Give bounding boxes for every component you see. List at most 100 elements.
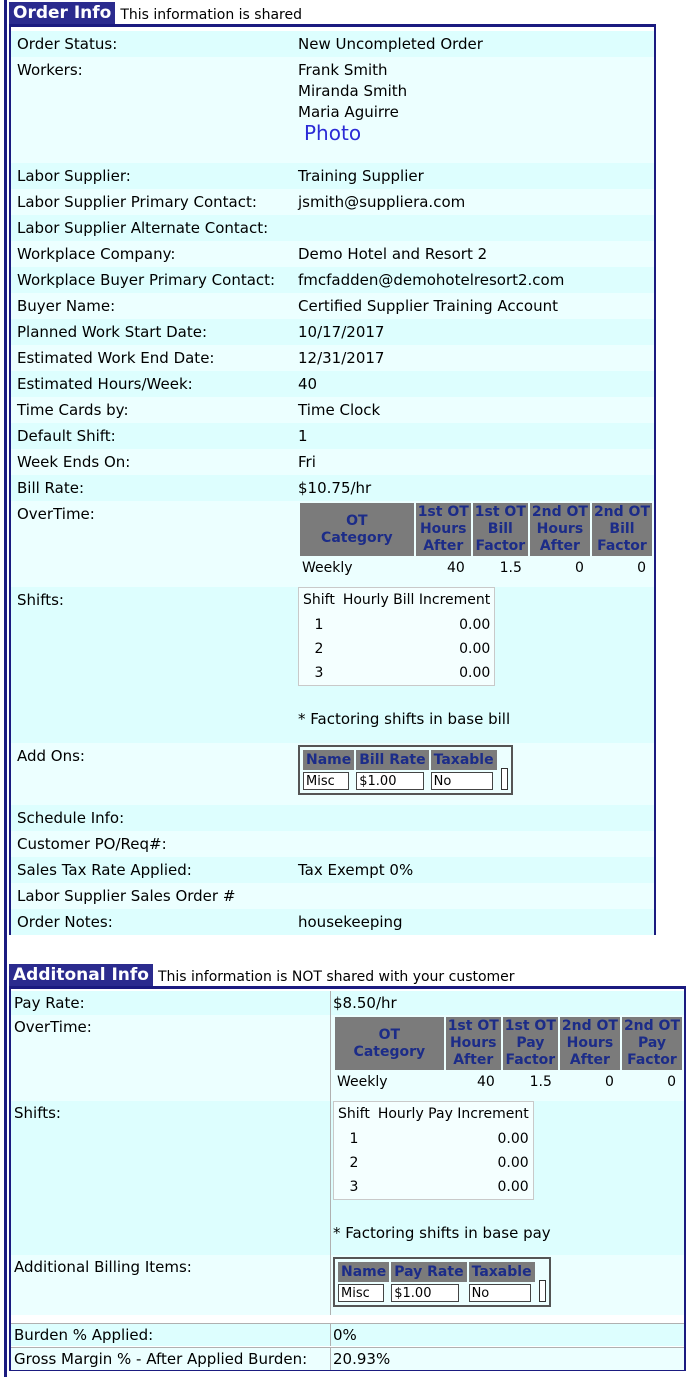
field-value xyxy=(296,883,654,909)
field-value: Training Supplier xyxy=(296,163,654,189)
field-value: housekeeping xyxy=(296,909,654,935)
row-ls-primary: Labor Supplier Primary Contact: jsmith@s… xyxy=(11,189,654,215)
ot-cell: 1.5 xyxy=(529,1074,552,1090)
shift-note: * Factoring shifts in base pay xyxy=(333,1224,551,1242)
billing-rate-input[interactable] xyxy=(391,1284,460,1302)
field-value: fmcfadden@demohotelresort2.com xyxy=(296,267,654,293)
ot-header: 1st OT Hours After xyxy=(415,503,471,556)
shift-row: 1 0.00 xyxy=(349,1131,529,1147)
overtime-cell: OT Category 1st OT Hours After 1st OT Bill Fa… xyxy=(296,501,654,587)
ot-cell: 0 xyxy=(605,1074,614,1090)
overtime-table: OT Category 1st OT Hours After 1st OT Bill Fa… xyxy=(298,501,654,578)
additional-info-tab: Additonal Info xyxy=(9,964,153,986)
row-customer-po: Customer PO/Req#: xyxy=(11,831,654,857)
billing-taxable-input[interactable] xyxy=(468,1284,531,1302)
row-ls-sales-order: Labor Supplier Sales Order # xyxy=(11,883,654,909)
photo-link[interactable]: Photo xyxy=(304,123,654,144)
field-value: 10/17/2017 xyxy=(296,319,654,345)
ot-cell: Weekly xyxy=(302,560,353,576)
additional-info-header: Additonal Info This information is NOT s… xyxy=(9,962,515,986)
shift-row: 2 0.00 xyxy=(349,1155,529,1171)
addon-name-input[interactable] xyxy=(303,772,349,790)
field-value: Certified Supplier Training Account xyxy=(296,293,654,319)
field-label: Customer PO/Req#: xyxy=(11,831,296,857)
worker-name[interactable]: Maria Aguirre xyxy=(298,102,654,123)
field-label: Additional Billing Items: xyxy=(11,1255,331,1315)
field-label: Add Ons: xyxy=(11,743,296,805)
field-value: Fri xyxy=(296,449,654,475)
field-label: Labor Supplier Alternate Contact: xyxy=(11,215,296,241)
billing-header: Pay Rate xyxy=(391,1262,467,1282)
field-label: Buyer Name: xyxy=(11,293,296,319)
shifts-cell: Shift Hourly Pay Increment 1 0.00 2 0.00 3… xyxy=(331,1101,684,1255)
field-label: Bill Rate: xyxy=(11,475,296,501)
row-order-status: Order Status: New Uncompleted Order xyxy=(11,31,654,57)
field-label: Workplace Company: xyxy=(11,241,296,267)
field-value: Tax Exempt 0% xyxy=(296,857,654,883)
field-label: OverTime: xyxy=(11,501,296,587)
shift-row: 2 0.00 xyxy=(314,641,491,657)
row-wb-primary: Workplace Buyer Primary Contact: fmcfadd… xyxy=(11,267,654,293)
worker-name[interactable]: Miranda Smith xyxy=(298,81,654,102)
field-value xyxy=(296,805,654,831)
additional-info-panel: Pay Rate: $8.50/hr OverTime: OT Category … xyxy=(9,986,686,1371)
row-workers: Workers: Frank Smith Miranda Smith Maria… xyxy=(11,57,654,163)
field-value: $10.75/hr xyxy=(296,475,654,501)
worker-name[interactable]: Frank Smith xyxy=(298,60,654,81)
table-scrollbar[interactable] xyxy=(538,1280,546,1302)
ot-cell: 0 xyxy=(575,560,584,576)
ot-cell: 0 xyxy=(637,560,646,576)
row-shifts: Shifts: Shift Hourly Bill Increment 1 0.0… xyxy=(11,587,654,743)
table-scrollbar[interactable] xyxy=(500,768,508,790)
field-label: Estimated Work End Date: xyxy=(11,345,296,371)
row-gross-margin: Gross Margin % - After Applied Burden: 2… xyxy=(11,1347,684,1370)
field-label: Time Cards by: xyxy=(11,397,296,423)
ot-row: Weekly 40 1.5 0 0 xyxy=(300,558,652,576)
order-info-panel: Order Status: New Uncompleted Order Work… xyxy=(9,24,656,935)
field-label: Shifts: xyxy=(11,587,296,743)
field-value: Demo Hotel and Resort 2 xyxy=(296,241,654,267)
addons-cell: Name Bill Rate Taxable xyxy=(296,743,654,805)
row-end-date: Estimated Work End Date: 12/31/2017 xyxy=(11,345,654,371)
ot-header: 2nd OT Hours After xyxy=(559,1017,620,1070)
field-value: Time Clock xyxy=(296,397,654,423)
ot-cell: Weekly xyxy=(337,1074,388,1090)
ot-cell: 0 xyxy=(667,1074,676,1090)
field-label: Order Notes: xyxy=(11,909,296,935)
row-week-ends: Week Ends On: Fri xyxy=(11,449,654,475)
ot-cell: 40 xyxy=(446,560,465,576)
field-label: Workplace Buyer Primary Contact: xyxy=(11,267,296,293)
overtime-cell: OT Category 1st OT Hours After 1st OT Pay Fac… xyxy=(331,1015,684,1101)
overtime-pay-table: OT Category 1st OT Hours After 1st OT Pay Fac… xyxy=(333,1015,684,1092)
field-label: Burden % Applied: xyxy=(11,1324,331,1346)
ot-row: Weekly 40 1.5 0 0 xyxy=(335,1072,682,1090)
field-label: Planned Work Start Date: xyxy=(11,319,296,345)
ot-header: 2nd OT Pay Factor xyxy=(621,1017,682,1070)
addon-header: Name xyxy=(303,750,355,770)
row-sales-tax: Sales Tax Rate Applied: Tax Exempt 0% xyxy=(11,857,654,883)
field-label: Workers: xyxy=(11,57,296,163)
shift-row: 3 0.00 xyxy=(349,1179,529,1195)
row-time-cards: Time Cards by: Time Clock xyxy=(11,397,654,423)
row-hours-week: Estimated Hours/Week: 40 xyxy=(11,371,654,397)
row-pay-rate: Pay Rate: $8.50/hr xyxy=(11,991,684,1015)
order-info-header: Order Info This information is shared xyxy=(9,0,302,24)
shifts-cell: Shift Hourly Bill Increment 1 0.00 2 0.00 … xyxy=(296,587,654,743)
ot-header: OT Category xyxy=(300,503,414,556)
row-start-date: Planned Work Start Date: 10/17/2017 xyxy=(11,319,654,345)
field-label: Labor Supplier Sales Order # xyxy=(11,883,296,909)
shifts-table: Shift Hourly Bill Increment 1 0.00 2 0.00 … xyxy=(298,587,496,686)
field-label: Sales Tax Rate Applied: xyxy=(11,857,296,883)
row-ls-alternate: Labor Supplier Alternate Contact: xyxy=(11,215,654,241)
field-label: Schedule Info: xyxy=(11,805,296,831)
row-overtime: OverTime: OT Category 1st OT Hours After 1s… xyxy=(11,501,654,587)
addon-rate-input[interactable] xyxy=(356,772,425,790)
row-burden: Burden % Applied: 0% xyxy=(11,1323,684,1346)
shift-header: Shift xyxy=(338,1106,370,1122)
ot-cell: 1.5 xyxy=(499,560,522,576)
shift-header: Hourly Bill Increment xyxy=(342,592,491,608)
billing-name-input[interactable] xyxy=(338,1284,384,1302)
row-schedule: Schedule Info: xyxy=(11,805,654,831)
field-value: 20.93% xyxy=(331,1348,684,1370)
addon-taxable-input[interactable] xyxy=(430,772,493,790)
